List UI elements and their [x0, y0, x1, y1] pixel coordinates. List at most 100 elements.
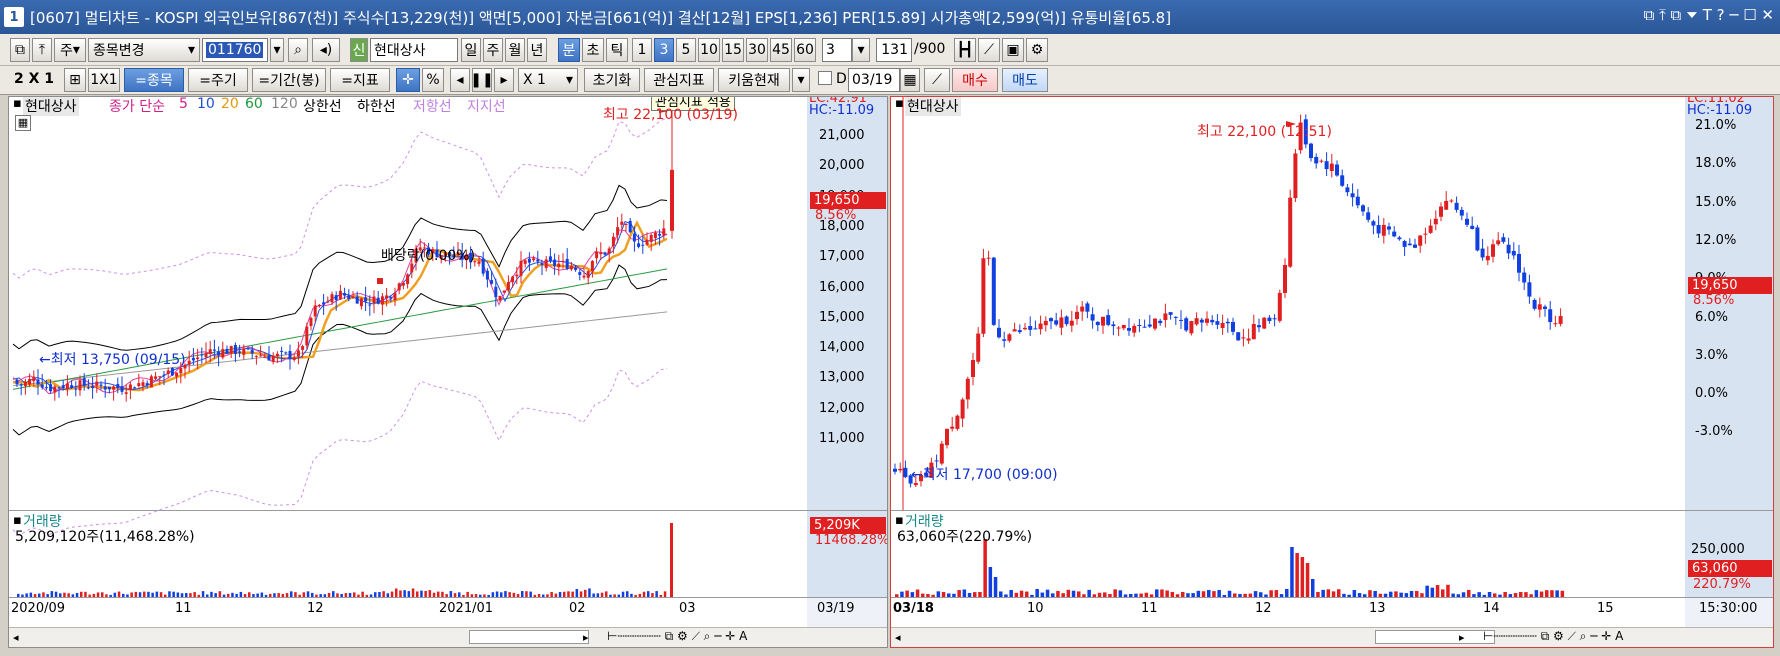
- window-controls[interactable]: ⧉ ⤒ ⧉ ⏷ T ? ─ ☐ ✕: [1644, 6, 1774, 24]
- right-scroll-left-arrow[interactable]: ◂: [895, 631, 901, 644]
- speaker-icon[interactable]: ◂): [312, 38, 340, 62]
- count-input[interactable]: 131: [876, 38, 912, 62]
- period-month[interactable]: 월: [505, 38, 525, 62]
- table-icon[interactable]: ▦: [15, 115, 31, 131]
- candle-body: [330, 294, 334, 303]
- chart-tools-icons[interactable]: ⊢┄┄┄┄┄┄ ⧉ ⚙ ⟋ ⌕ ─ ✛ A: [607, 629, 747, 644]
- layout-1x1-button[interactable]: 1X1: [88, 68, 120, 92]
- minute-1[interactable]: 1: [632, 38, 652, 62]
- period-year[interactable]: 년: [527, 38, 547, 62]
- calendar-icon[interactable]: ▦: [900, 68, 920, 92]
- scroll-right-arrow[interactable]: ▸: [583, 631, 589, 644]
- left-scrollbar[interactable]: ◂ ▸ ⊢┄┄┄┄┄┄ ⧉ ⚙ ⟋ ⌕ ─ ✛ A: [9, 627, 887, 647]
- pause-icon[interactable]: ❚❚: [470, 68, 494, 92]
- scroll-left-icon[interactable]: ◂: [450, 68, 470, 92]
- volume-bar: [466, 591, 469, 597]
- candle-body: [561, 260, 565, 263]
- left-y-tick-8: 13,000: [819, 370, 865, 386]
- gear-icon[interactable]: ⚙: [1026, 38, 1048, 62]
- right-y-tick-5: 6.0%: [1695, 309, 1729, 325]
- volume-bar: [1212, 591, 1216, 597]
- interval-dropdown[interactable]: ▾: [852, 38, 870, 62]
- save-icon[interactable]: ▣: [1002, 38, 1024, 62]
- kiwoom-dropdown[interactable]: ▾: [792, 68, 810, 92]
- date-checkbox[interactable]: [818, 71, 832, 85]
- code-dropdown[interactable]: ▾: [270, 38, 284, 62]
- interest-indicator-button[interactable]: 관심지표: [644, 68, 714, 92]
- period-minute[interactable]: 분: [558, 38, 580, 62]
- volume-bar: [29, 592, 33, 597]
- sync-indicator-button[interactable]: =지표: [330, 68, 390, 92]
- volume-bar: [151, 592, 154, 597]
- candle-body: [1158, 320, 1163, 324]
- period-second[interactable]: 초: [582, 38, 604, 62]
- percent-button[interactable]: %: [422, 68, 444, 92]
- grid-icon[interactable]: ⊞: [64, 68, 86, 92]
- line-tool-icon[interactable]: ⟋: [978, 38, 1000, 62]
- sync-range-button[interactable]: =기간(봉): [252, 68, 326, 92]
- search-icon[interactable]: ⌕: [288, 38, 308, 62]
- stock-name-field[interactable]: 현대상사: [370, 38, 458, 62]
- right-stock-label[interactable]: 현대상사: [905, 97, 961, 116]
- volume-bar: [617, 594, 621, 597]
- scroll-right-icon[interactable]: ▸: [494, 68, 514, 92]
- interval-input[interactable]: 3: [822, 38, 852, 62]
- right-y-tick-0: 21.0%: [1695, 118, 1737, 133]
- candle-icon[interactable]: ┣┫: [954, 38, 976, 62]
- stock-code-input[interactable]: 011760: [202, 38, 268, 62]
- volume-bar: [222, 594, 226, 597]
- right-scrollbar[interactable]: ◂ ▸ ⊢┄┄┄┄┄┄ ⧉ ⚙ ⟋ ⌕ ─ ✛ A: [891, 627, 1773, 647]
- sync-stock-button[interactable]: =종목: [124, 68, 184, 92]
- right-y-tick-7: 0.0%: [1695, 386, 1729, 402]
- volume-bar: [1201, 591, 1206, 597]
- volume-bar: [1352, 590, 1357, 597]
- period-day[interactable]: 일: [461, 38, 481, 62]
- left-stock-label[interactable]: 현대상사: [23, 97, 79, 116]
- volume-bar: [411, 588, 415, 597]
- layout-icon[interactable]: ⧉: [10, 38, 30, 62]
- right-scroll-thumb[interactable]: [1375, 630, 1495, 644]
- candle-body: [275, 353, 279, 357]
- crosshair-icon[interactable]: ✛: [396, 68, 420, 92]
- volume-bar: [926, 594, 930, 597]
- volume-bar: [605, 591, 608, 597]
- volume-bar: [1113, 589, 1117, 597]
- minute-15[interactable]: 15: [722, 38, 744, 62]
- stock-change-select[interactable]: 종목변경 ▾: [88, 38, 200, 62]
- volume-bar: [214, 593, 217, 597]
- sell-button[interactable]: 매도: [1002, 68, 1048, 92]
- minute-30[interactable]: 30: [746, 38, 768, 62]
- pin-icon[interactable]: ⤒: [32, 38, 52, 62]
- candle-body: [74, 388, 78, 390]
- minute-45[interactable]: 45: [770, 38, 792, 62]
- volume-bar: [571, 591, 574, 597]
- candle-body: [595, 251, 599, 259]
- minute-5[interactable]: 5: [676, 38, 696, 62]
- minute-3[interactable]: 3: [654, 38, 674, 62]
- candle-body: [78, 380, 82, 391]
- period-week[interactable]: 주: [483, 38, 503, 62]
- scroll-left-arrow[interactable]: ◂: [13, 631, 19, 644]
- volume-bar: [399, 590, 402, 597]
- minute-60[interactable]: 60: [794, 38, 816, 62]
- sync-period-button[interactable]: =주기: [188, 68, 248, 92]
- buy-button[interactable]: 매수: [952, 68, 998, 92]
- date-input[interactable]: 03/19: [848, 68, 900, 92]
- chart-tool-icon[interactable]: ⟋: [924, 68, 950, 92]
- stock-mode-label: 주: [60, 43, 73, 59]
- kiwoom-current-button[interactable]: 키움현재: [718, 68, 790, 92]
- right-scroll-right-arrow[interactable]: ▸: [1459, 631, 1465, 644]
- scroll-thumb[interactable]: [469, 630, 589, 644]
- zoom-select[interactable]: X 1 ▾: [518, 68, 578, 92]
- volume-bar: [88, 594, 91, 597]
- stock-mode-select[interactable]: 주 ▾: [54, 38, 86, 62]
- candle-body: [649, 234, 653, 242]
- reset-button[interactable]: 초기화: [584, 68, 640, 92]
- minute-10[interactable]: 10: [698, 38, 720, 62]
- right-chart-tools-icons[interactable]: ⊢┄┄┄┄┄┄ ⧉ ⚙ ⟋ ⌕ ─ ✛ A: [1483, 629, 1623, 644]
- candle-body: [208, 349, 212, 354]
- candle-body: [1236, 332, 1241, 341]
- period-tick[interactable]: 틱: [606, 38, 628, 62]
- volume-bar: [298, 594, 301, 597]
- volume-bar: [895, 594, 899, 597]
